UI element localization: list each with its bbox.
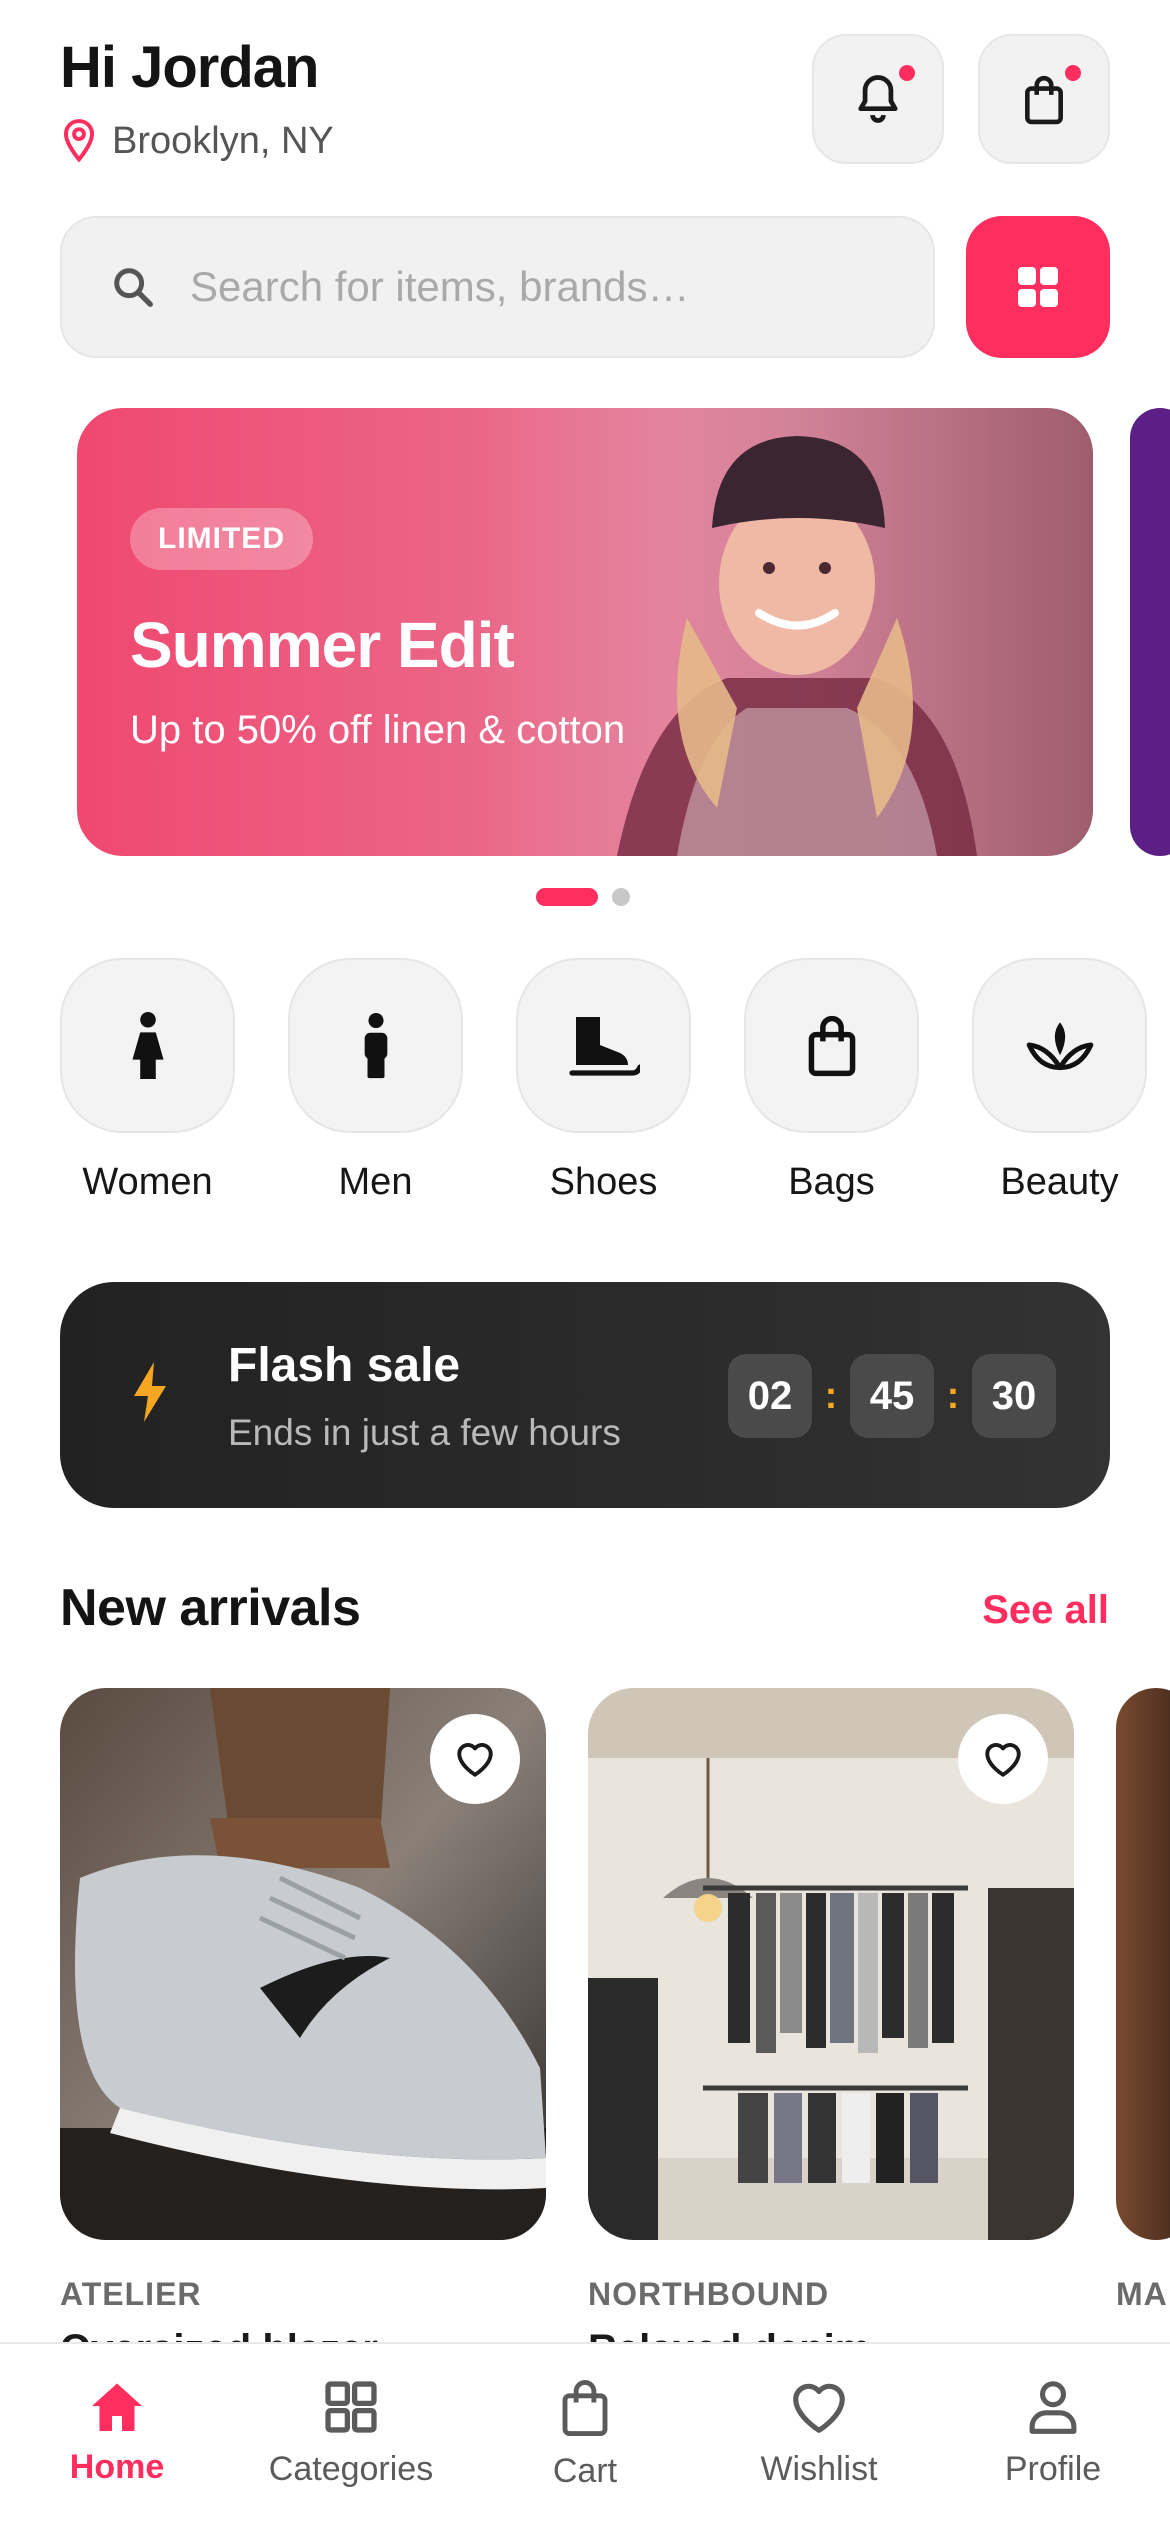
search-icon [114,268,153,307]
woman-icon [131,1011,164,1079]
category-label: Beauty [1000,1161,1119,1203]
notifications-button[interactable] [812,34,944,164]
timer-separator: : [946,1374,960,1417]
heart-icon [457,1743,493,1777]
category-shoes[interactable]: Shoes [516,958,691,1204]
tab-label: Profile [1004,2450,1102,2488]
product-brand: MA [1116,2276,1168,2312]
category-icon-container [288,958,463,1133]
see-all-link[interactable]: See all [982,1588,1109,1633]
flash-sale-title: Flash sale [228,1339,461,1392]
greeting-title: Hi Jordan [60,35,319,100]
product-brand: ATELIER [60,2276,202,2312]
cart-badge [1062,62,1084,84]
tab-categories[interactable]: Categories [234,2344,468,2532]
grid-icon [1018,267,1058,307]
category-bags[interactable]: Bags [744,958,919,1204]
bell-icon [858,75,898,123]
location-selector[interactable]: Brooklyn, NY [60,118,334,164]
timer-minutes: 45 [850,1354,934,1438]
category-label: Men [338,1161,413,1203]
tab-label: Cart [552,2452,618,2490]
product-image [588,1688,1074,2240]
banner-badge: LIMITED [130,508,313,570]
banner-model-photo [497,408,1093,856]
countdown-timer: 02 : 45 : 30 [728,1354,1056,1438]
category-label: Women [82,1161,213,1203]
flash-sale-subtitle: Ends in just a few hours [228,1412,621,1453]
tab-label: Categories [268,2450,434,2488]
tab-label: Wishlist [760,2450,878,2488]
category-icon-container [60,958,235,1133]
promo-banner[interactable]: LIMITED Summer Edit Up to 50% off linen … [77,408,1093,856]
search-input[interactable] [190,263,890,311]
banner-title: Summer Edit [130,609,515,681]
category-beauty[interactable]: Beauty [972,958,1147,1204]
wishlist-toggle[interactable] [430,1714,520,1804]
timer-separator: : [824,1374,838,1417]
tab-cart[interactable]: Cart [468,2344,702,2532]
pager-dot-active[interactable] [536,888,598,906]
location-label: Brooklyn, NY [112,119,334,162]
product-image [60,1688,546,2240]
next-banner-peek[interactable] [1130,408,1170,856]
tab-wishlist[interactable]: Wishlist [702,2344,936,2532]
category-label: Bags [788,1161,875,1203]
banner-pager [536,888,630,906]
cart-header-button[interactable] [978,34,1110,164]
shopping-bag-icon [562,2380,608,2436]
bottom-tab-bar: Home Categories Cart Wishlist Profile [0,2342,1170,2532]
product-card[interactable]: ATELIER Oversized blazer [60,1688,546,2372]
category-icon-container [516,958,691,1133]
category-icon-container [744,958,919,1133]
lightning-icon [134,1362,166,1422]
category-label: Shoes [549,1161,658,1203]
notification-badge [896,62,918,84]
home-icon [92,2383,142,2431]
location-pin-icon [63,119,95,163]
tab-home[interactable]: Home [0,2344,234,2532]
heart-icon [793,2383,845,2433]
boot-icon [568,1016,640,1076]
product-brand: NORTHBOUND [588,2276,830,2312]
category-women[interactable]: Women [60,958,235,1204]
category-men[interactable]: Men [288,958,463,1204]
lotus-icon [1026,1021,1093,1070]
heart-icon [985,1743,1021,1777]
banner-subtitle: Up to 50% off linen & cotton [130,708,626,752]
flash-sale-card[interactable]: Flash sale Ends in just a few hours 02 :… [60,1282,1110,1508]
product-card-peek[interactable] [1116,1688,1170,2240]
bag-icon [808,1015,855,1076]
category-icon-container [972,958,1147,1133]
man-icon [364,1012,387,1078]
grid-icon [325,2381,377,2433]
section-title: New arrivals [60,1579,361,1637]
timer-hours: 02 [728,1354,812,1438]
categories-grid-button[interactable] [966,216,1110,358]
shopping-bag-icon [1025,75,1063,125]
person-icon [1029,2381,1077,2434]
product-card[interactable]: NORTHBOUND Relaxed denim [588,1688,1074,2372]
wishlist-toggle[interactable] [958,1714,1048,1804]
tab-profile[interactable]: Profile [936,2344,1170,2532]
tab-label: Home [69,2448,165,2486]
pager-dot[interactable] [612,888,630,906]
search-bar[interactable] [60,216,935,358]
timer-seconds: 30 [972,1354,1056,1438]
